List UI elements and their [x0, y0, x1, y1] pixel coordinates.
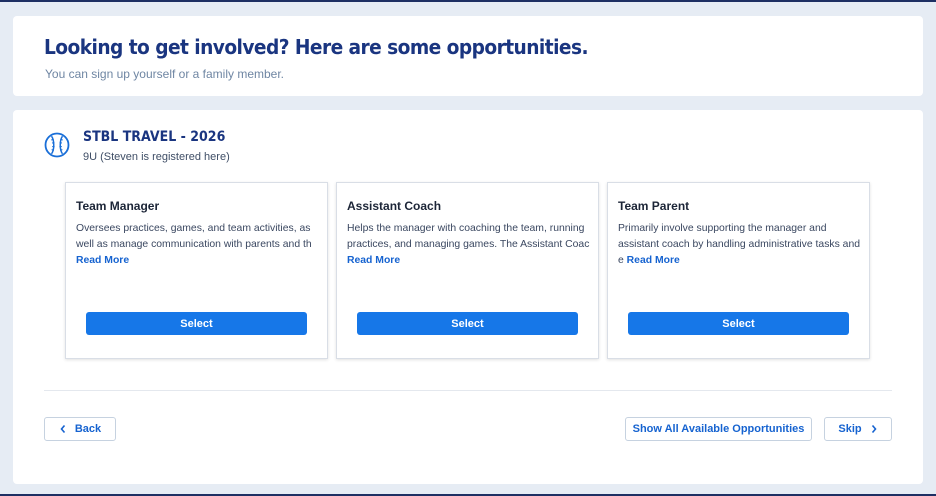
baseball-icon: [44, 132, 70, 158]
opportunity-card-assistant-coach: Assistant Coach Helps the manager with c…: [336, 182, 599, 359]
opportunity-card-team-manager: Team Manager Oversees practices, games, …: [65, 182, 328, 359]
description-text: Oversees practices, games, and team acti…: [76, 223, 312, 250]
opportunity-description: Helps the manager with coaching the team…: [347, 221, 592, 269]
opportunity-description: Primarily involve supporting the manager…: [618, 221, 863, 269]
opportunity-description: Oversees practices, games, and team acti…: [76, 221, 321, 269]
back-button[interactable]: Back: [44, 417, 116, 441]
opportunity-title: Assistant Coach: [347, 199, 442, 213]
opportunities-card: STBL TRAVEL - 2026 9U (Steven is registe…: [13, 110, 923, 484]
select-button-team-parent[interactable]: Select: [628, 312, 849, 335]
skip-button[interactable]: Skip: [824, 417, 892, 441]
read-more-link[interactable]: Read More: [347, 255, 400, 266]
page-subtitle: You can sign up yourself or a family mem…: [45, 67, 285, 81]
header-card: Looking to get involved? Here are some o…: [13, 16, 923, 96]
chevron-right-icon: [871, 424, 877, 434]
page-title: Looking to get involved? Here are some o…: [44, 35, 589, 59]
select-button-assistant-coach[interactable]: Select: [357, 312, 578, 335]
program-subtitle: 9U (Steven is registered here): [83, 151, 230, 163]
read-more-link[interactable]: Read More: [76, 255, 129, 266]
divider: [44, 390, 892, 391]
read-more-link[interactable]: Read More: [627, 255, 680, 266]
back-label: Back: [74, 423, 102, 435]
opportunity-title: Team Parent: [618, 199, 690, 213]
select-button-team-manager[interactable]: Select: [86, 312, 307, 335]
opportunity-card-team-parent: Team Parent Primarily involve supporting…: [607, 182, 870, 359]
program-title: STBL TRAVEL - 2026: [83, 129, 226, 145]
show-all-opportunities-button[interactable]: Show All Available Opportunities: [625, 417, 812, 441]
skip-label: Skip: [838, 423, 862, 435]
show-all-label: Show All Available Opportunities: [632, 423, 805, 435]
chevron-left-icon: [60, 424, 65, 434]
page-frame: Looking to get involved? Here are some o…: [0, 0, 936, 496]
description-text: Helps the manager with coaching the team…: [347, 223, 590, 250]
opportunity-title: Team Manager: [76, 199, 160, 213]
